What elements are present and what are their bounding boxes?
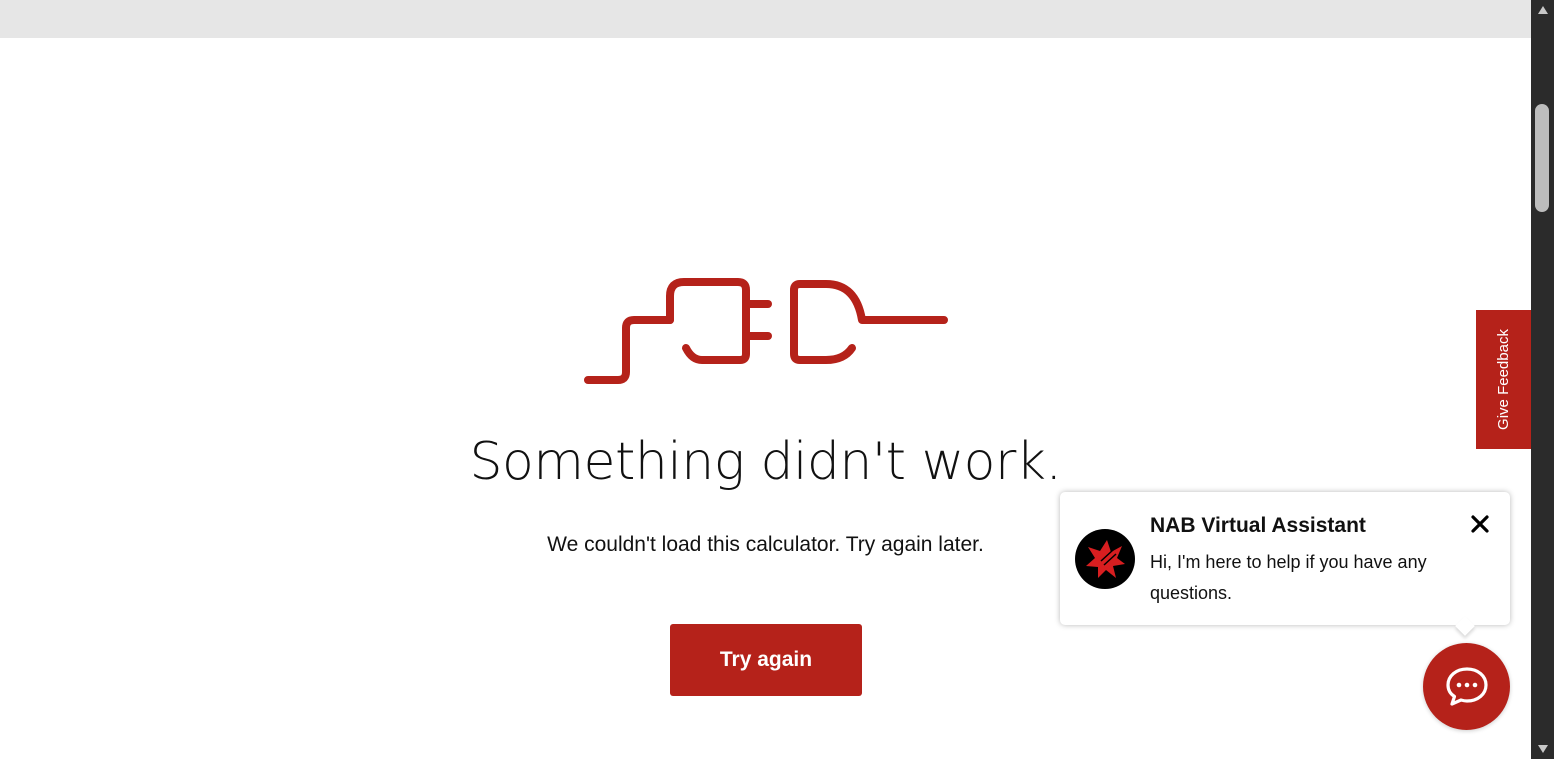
nab-star-shape bbox=[1086, 540, 1125, 578]
close-glyph bbox=[1471, 515, 1489, 533]
error-title: Something didn't work. bbox=[469, 432, 1062, 492]
scrollbar-thumb[interactable] bbox=[1535, 104, 1549, 212]
virtual-assistant-popup: NAB Virtual Assistant Hi, I'm here to he… bbox=[1060, 492, 1510, 625]
assistant-message: Hi, I'm here to help if you have any que… bbox=[1150, 552, 1427, 603]
close-icon[interactable] bbox=[1465, 509, 1495, 539]
give-feedback-label: Give Feedback bbox=[1495, 329, 1513, 430]
chat-bubble-icon bbox=[1445, 666, 1488, 706]
try-again-button[interactable]: Try again bbox=[670, 624, 862, 696]
scroll-up-arrow-icon[interactable] bbox=[1531, 0, 1554, 20]
scroll-down-arrow-icon[interactable] bbox=[1531, 739, 1554, 759]
browser-top-bar bbox=[0, 0, 1531, 38]
assistant-title: NAB Virtual Assistant bbox=[1150, 514, 1366, 537]
vertical-scrollbar[interactable] bbox=[1531, 0, 1554, 759]
chat-launcher-button[interactable] bbox=[1423, 643, 1510, 730]
nab-star-logo-icon bbox=[1075, 529, 1135, 589]
give-feedback-tab[interactable]: Give Feedback bbox=[1476, 310, 1531, 449]
unplugged-cable-icon bbox=[584, 278, 948, 384]
